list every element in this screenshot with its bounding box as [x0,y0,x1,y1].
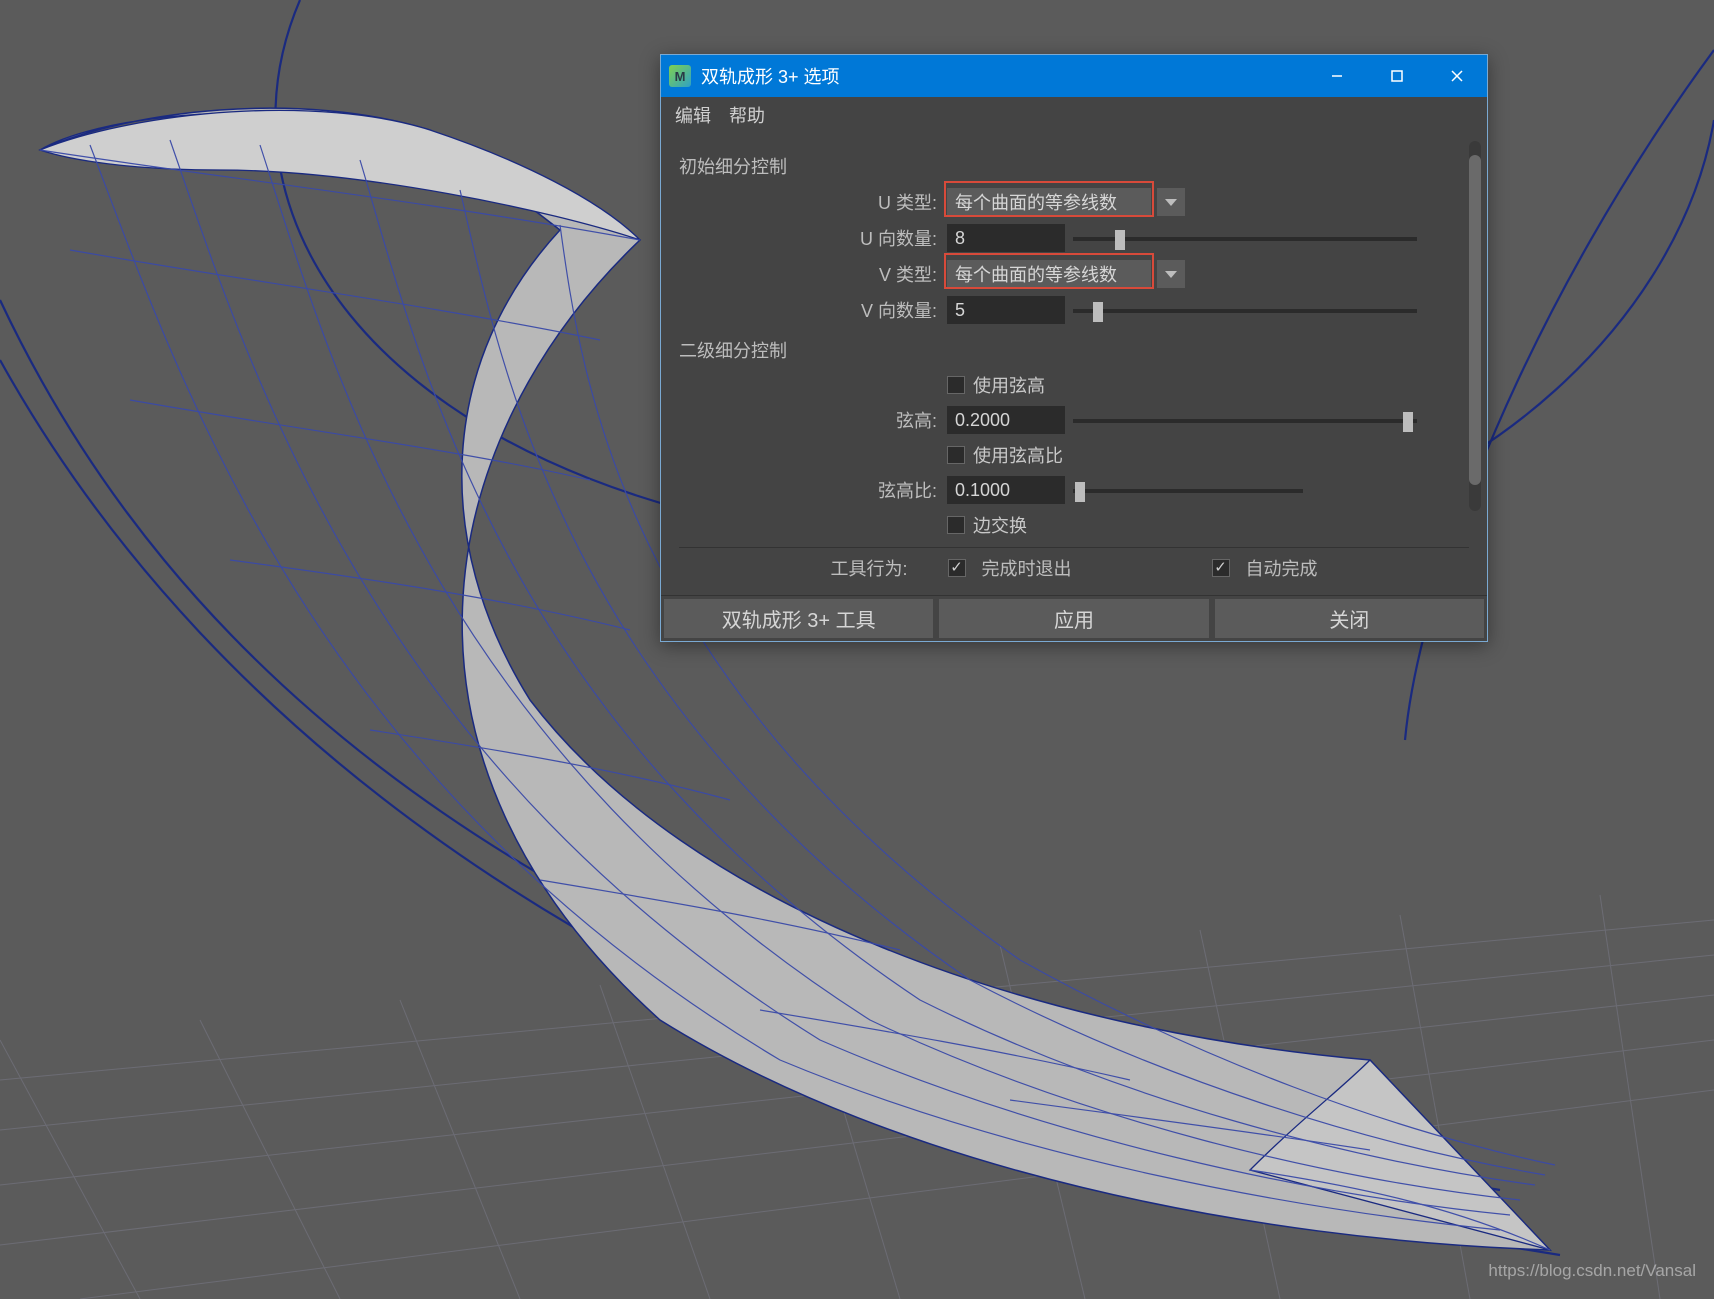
u-type-label: U 类型: [679,189,947,215]
auto-complete-label: 自动完成 [1246,555,1318,581]
menu-edit[interactable]: 编辑 [675,102,711,128]
exit-on-complete-checkbox[interactable] [948,559,966,577]
close-button[interactable] [1427,55,1487,97]
birail-tool-button[interactable]: 双轨成形 3+ 工具 [664,599,933,638]
v-type-dropdown[interactable]: 每个曲面的等参线数 [947,260,1185,288]
menubar: 编辑 帮助 [661,97,1487,133]
chord-ratio-slider[interactable] [1073,476,1303,504]
row-u-count: U 向数量: 8 [679,221,1469,255]
chord-ratio-field[interactable]: 0.1000 [947,476,1065,504]
chord-field[interactable]: 0.2000 [947,406,1065,434]
watermark: https://blog.csdn.net/Vansal [1488,1261,1696,1281]
exit-on-complete-label: 完成时退出 [982,555,1072,581]
apply-button[interactable]: 应用 [939,599,1208,638]
v-count-field[interactable]: 5 [947,296,1065,324]
tool-behavior-row: 工具行为: 完成时退出 自动完成 [679,547,1469,587]
use-chord-label: 使用弦高 [973,372,1045,398]
u-type-dropdown[interactable]: 每个曲面的等参线数 [947,188,1185,216]
v-type-value: 每个曲面的等参线数 [947,260,1151,288]
row-v-count: V 向数量: 5 [679,293,1469,327]
v-count-slider[interactable] [1073,296,1417,324]
u-type-value: 每个曲面的等参线数 [947,188,1151,216]
menu-help[interactable]: 帮助 [729,102,765,128]
close-dialog-button[interactable]: 关闭 [1215,599,1484,638]
row-u-type: U 类型: 每个曲面的等参线数 [679,185,1469,219]
v-count-label: V 向数量: [679,297,947,323]
use-chord-ratio-checkbox[interactable] [947,446,965,464]
use-chord-checkbox[interactable] [947,376,965,394]
dialog-content: 初始细分控制 U 类型: 每个曲面的等参线数 U 向数量: 8 V 类型: 每个… [661,133,1487,595]
chevron-down-icon[interactable] [1157,188,1185,216]
tool-behavior-label: 工具行为: [830,555,907,581]
u-count-field[interactable]: 8 [947,224,1065,252]
edge-swap-checkbox[interactable] [947,516,965,534]
edge-swap-label: 边交换 [973,512,1027,538]
birail-options-dialog: 双轨成形 3+ 选项 编辑 帮助 初始细分控制 U 类型: 每个曲面的等参线数 [660,54,1488,642]
minimize-button[interactable] [1307,55,1367,97]
scrollbar-thumb[interactable] [1469,155,1481,485]
chord-ratio-label: 弦高比: [679,477,947,503]
chord-label: 弦高: [679,407,947,433]
row-use-chord-ratio: 使用弦高比 [679,439,1469,471]
window-title: 双轨成形 3+ 选项 [701,63,1307,89]
v-type-label: V 类型: [679,261,947,287]
button-bar: 双轨成形 3+ 工具 应用 关闭 [661,595,1487,641]
row-chord-ratio: 弦高比: 0.1000 [679,473,1469,507]
u-count-slider[interactable] [1073,224,1417,252]
row-chord: 弦高: 0.2000 [679,403,1469,437]
vertical-scrollbar[interactable] [1469,141,1481,511]
chord-slider[interactable] [1073,406,1417,434]
maximize-button[interactable] [1367,55,1427,97]
auto-complete-checkbox[interactable] [1212,559,1230,577]
titlebar[interactable]: 双轨成形 3+ 选项 [661,55,1487,97]
row-edge-swap: 边交换 [679,509,1469,541]
section-secondary-label: 二级细分控制 [679,337,1469,363]
maya-icon [669,65,691,87]
use-chord-ratio-label: 使用弦高比 [973,442,1063,468]
row-use-chord: 使用弦高 [679,369,1469,401]
row-v-type: V 类型: 每个曲面的等参线数 [679,257,1469,291]
u-count-label: U 向数量: [679,225,947,251]
section-primary-label: 初始细分控制 [679,153,1469,179]
chevron-down-icon[interactable] [1157,260,1185,288]
